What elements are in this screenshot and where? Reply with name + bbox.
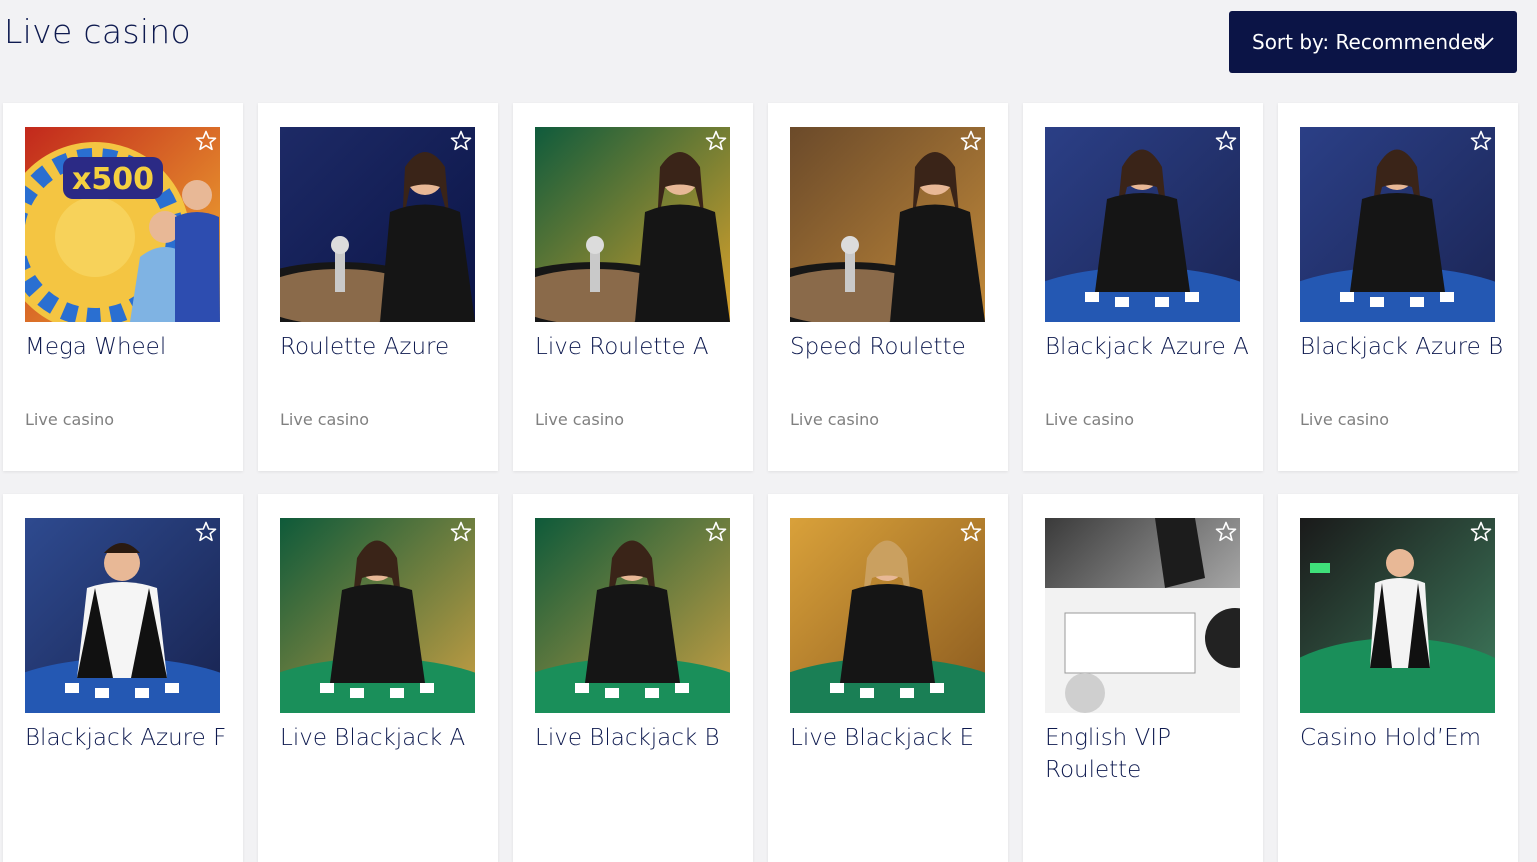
- game-title[interactable]: Casino Hold’Em: [1300, 722, 1510, 754]
- game-title[interactable]: Mega Wheel: [25, 331, 235, 363]
- star-outline-icon[interactable]: [959, 129, 983, 153]
- chevron-down-icon: [1474, 37, 1494, 49]
- game-thumbnail[interactable]: [280, 127, 475, 322]
- game-card[interactable]: Live Blackjack E: [768, 494, 1008, 862]
- game-thumbnail[interactable]: [790, 127, 985, 322]
- game-title[interactable]: Live Roulette A: [535, 331, 745, 363]
- star-outline-icon[interactable]: [1469, 129, 1493, 153]
- game-card[interactable]: Roulette Azure Live casino: [258, 103, 498, 471]
- sort-dropdown-button[interactable]: Sort by: Recommended: [1229, 11, 1517, 73]
- star-outline-icon[interactable]: [1214, 520, 1238, 544]
- game-title[interactable]: Blackjack Azure A: [1045, 331, 1255, 363]
- game-thumbnail[interactable]: x500: [25, 127, 220, 322]
- game-card[interactable]: x500 Mega Wheel Live casino: [3, 103, 243, 471]
- game-card[interactable]: Blackjack Azure B Live casino: [1278, 103, 1518, 471]
- game-category: Live casino: [280, 410, 370, 429]
- game-title[interactable]: Roulette Azure: [280, 331, 490, 363]
- game-category: Live casino: [790, 410, 880, 429]
- game-thumbnail[interactable]: [535, 127, 730, 322]
- game-card[interactable]: English VIP Roulette: [1023, 494, 1263, 862]
- game-card[interactable]: Live Blackjack A: [258, 494, 498, 862]
- sort-label: Sort by: Recommended: [1252, 30, 1486, 54]
- game-category: Live casino: [1045, 410, 1135, 429]
- game-thumbnail[interactable]: [1300, 127, 1495, 322]
- game-card[interactable]: Blackjack Azure A Live casino: [1023, 103, 1263, 471]
- game-title[interactable]: Live Blackjack E: [790, 722, 1000, 754]
- game-card[interactable]: Live Blackjack B: [513, 494, 753, 862]
- game-category: Live casino: [1300, 410, 1390, 429]
- game-thumbnail[interactable]: [790, 518, 985, 713]
- star-outline-icon[interactable]: [449, 520, 473, 544]
- game-thumbnail[interactable]: [1300, 518, 1495, 713]
- star-outline-icon[interactable]: [959, 520, 983, 544]
- game-thumbnail[interactable]: [535, 518, 730, 713]
- game-card[interactable]: Live Roulette A Live casino: [513, 103, 753, 471]
- svg-text:x500: x500: [72, 162, 154, 197]
- game-title[interactable]: English VIP Roulette: [1045, 722, 1255, 786]
- page-title: Live casino: [4, 12, 192, 51]
- game-thumbnail[interactable]: [1045, 518, 1240, 713]
- game-card[interactable]: Casino Hold’Em: [1278, 494, 1518, 862]
- game-title[interactable]: Blackjack Azure B: [1300, 331, 1510, 363]
- star-outline-icon[interactable]: [1214, 129, 1238, 153]
- game-title[interactable]: Blackjack Azure F: [25, 722, 235, 754]
- game-title[interactable]: Live Blackjack A: [280, 722, 490, 754]
- star-outline-icon[interactable]: [449, 129, 473, 153]
- game-title[interactable]: Live Blackjack B: [535, 722, 745, 754]
- star-outline-icon[interactable]: [194, 129, 218, 153]
- game-category: Live casino: [535, 410, 625, 429]
- star-outline-icon[interactable]: [704, 520, 728, 544]
- game-thumbnail[interactable]: [25, 518, 220, 713]
- game-category: Live casino: [25, 410, 115, 429]
- game-thumbnail[interactable]: [1045, 127, 1240, 322]
- game-card[interactable]: Speed Roulette Live casino: [768, 103, 1008, 471]
- game-card[interactable]: Blackjack Azure F: [3, 494, 243, 862]
- star-outline-icon[interactable]: [194, 520, 218, 544]
- game-title[interactable]: Speed Roulette: [790, 331, 1000, 363]
- star-outline-icon[interactable]: [1469, 520, 1493, 544]
- star-outline-icon[interactable]: [704, 129, 728, 153]
- game-thumbnail[interactable]: [280, 518, 475, 713]
